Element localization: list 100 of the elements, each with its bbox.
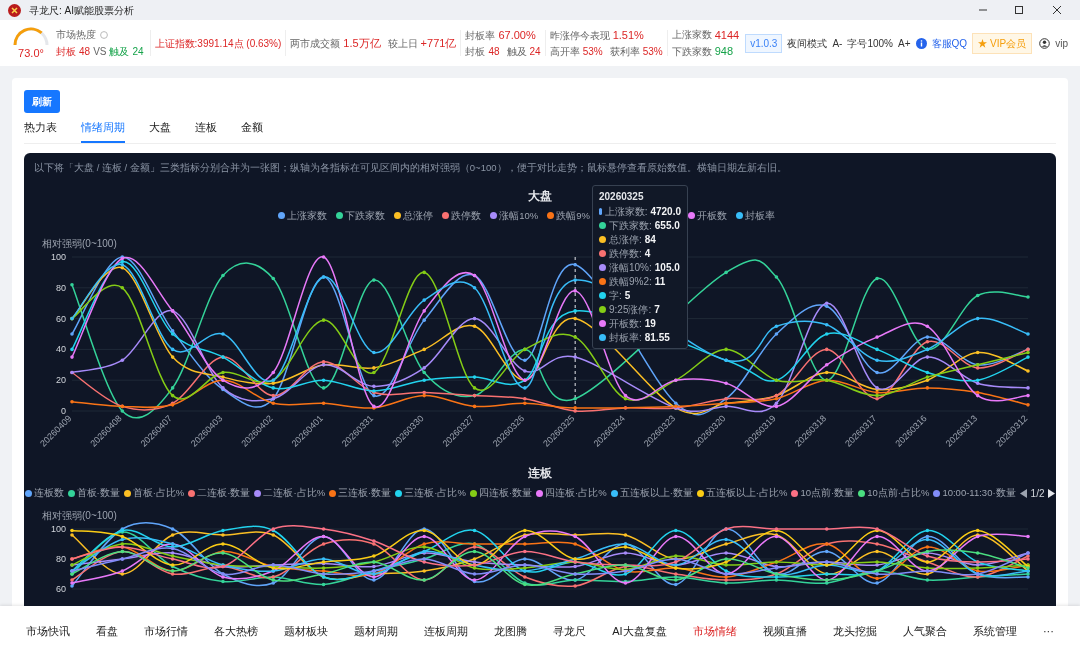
vs-label: VS — [93, 45, 107, 59]
legend-label[interactable]: 首板·占比% — [132, 486, 185, 501]
next-page-icon[interactable] — [1048, 489, 1056, 498]
legend-label[interactable]: 二连板·数量 — [197, 486, 251, 501]
seal-rate-label: 封板率 — [465, 29, 496, 43]
legend-label[interactable]: 开板数 — [697, 208, 727, 223]
nav-item[interactable]: 龙头挖掘 — [832, 623, 877, 640]
sealed-label: 封板 — [56, 45, 76, 59]
axis-tick: 0 — [61, 406, 66, 416]
legend-label[interactable]: 二连板·占比% — [263, 486, 326, 501]
sealed-count: 48 — [79, 45, 91, 59]
heat-value: 73.0° — [18, 47, 44, 59]
tab[interactable]: 情绪周期 — [81, 119, 125, 143]
font-size-label: 字号100% — [847, 36, 893, 51]
open-rate-label: 高开率 — [549, 44, 580, 59]
nav-item[interactable]: 系统管理 — [972, 623, 1017, 640]
tooltip-value: 4720.0 — [650, 204, 681, 218]
legend-label[interactable]: 连板数 — [33, 486, 64, 501]
profit-rate-value: 53% — [642, 44, 663, 59]
night-mode-button[interactable]: 夜间模式 — [787, 35, 828, 51]
legend-label[interactable]: 五连板以上·数量 — [619, 486, 693, 501]
tooltip-value: 105.0 — [654, 260, 680, 274]
tooltip-value: 84 — [644, 232, 656, 246]
legend-label[interactable]: 四连板·占比% — [545, 486, 607, 501]
username: vip — [1055, 36, 1068, 51]
nav-item[interactable]: 各大热榜 — [214, 623, 259, 640]
axis-title: 相对强弱(0~100) — [42, 510, 117, 521]
legend-label[interactable]: 三连板·数量 — [338, 486, 392, 501]
chart-title: 大盘 — [528, 187, 552, 205]
axis-tick: 100 — [50, 252, 66, 262]
font-decrease-button[interactable]: A- — [832, 35, 843, 51]
legend-label[interactable]: 10点前·数量 — [800, 486, 855, 501]
nav-item[interactable]: ··· — [1042, 623, 1054, 640]
support-link[interactable]: 客服QQ — [931, 35, 968, 51]
legend-label[interactable]: 下跌家数 — [345, 208, 386, 223]
font-increase-button[interactable]: A+ — [898, 35, 911, 51]
nav-item[interactable]: 市场快讯 — [26, 623, 70, 640]
close-icon[interactable] — [1052, 5, 1062, 15]
legend-label[interactable]: 跌幅9% — [556, 208, 590, 223]
legend-label[interactable]: 五连板以上·占比% — [705, 486, 788, 501]
legend-page: 1/2 — [1030, 487, 1045, 501]
tooltip-value: 81.55 — [644, 330, 670, 344]
tooltip-label: 封板率: — [609, 330, 642, 344]
tooltip-label: 跌幅9%2: — [609, 274, 652, 288]
index-quote: 上证指数:3991.14点 (0.63%) — [154, 36, 282, 51]
nav-item[interactable]: AI大盘复盘 — [612, 623, 667, 640]
compare-label: 较上日 — [387, 36, 418, 51]
nav-item[interactable]: 看盘 — [96, 623, 119, 640]
turnover-value: 1.5万亿 — [343, 35, 381, 51]
tab[interactable]: 热力表 — [24, 119, 57, 143]
decliners-count: 948 — [714, 44, 734, 59]
tooltip-label: 跌停数: — [609, 246, 642, 260]
axis-tick: 80 — [56, 554, 66, 564]
nav-item[interactable]: 市场情绪 — [692, 623, 737, 640]
nav-item[interactable]: 题材板块 — [284, 623, 329, 640]
axis-tick: 60 — [56, 313, 66, 324]
tooltip-label: 上涨家数: — [604, 204, 648, 218]
legend-label[interactable]: 首板·数量 — [76, 486, 120, 501]
open-rate-value: 53% — [582, 44, 603, 59]
limit-up-label: 昨涨停今表现 — [549, 29, 610, 43]
nav-item[interactable]: 人气聚合 — [902, 623, 947, 640]
maximize-icon[interactable] — [1014, 5, 1024, 15]
nav-item[interactable]: 题材周期 — [354, 623, 399, 640]
legend-label[interactable]: 四连板·数量 — [478, 486, 533, 501]
refresh-button[interactable]: 刷新 — [24, 90, 60, 113]
tab[interactable]: 大盘 — [149, 119, 171, 143]
touched-label: 触及 — [109, 45, 130, 59]
legend-label[interactable]: 封板率 — [745, 208, 775, 223]
axis-tick: 40 — [56, 344, 66, 355]
heat-label: 市场热度 — [56, 28, 96, 42]
tooltip-value: 5 — [624, 288, 631, 302]
axis-title: 相对强弱(0~100) — [42, 238, 117, 249]
tab[interactable]: 金额 — [241, 119, 263, 143]
legend-label[interactable]: 涨幅10% — [499, 208, 539, 223]
profit-rate-label: 获利率 — [609, 44, 640, 59]
legend-label[interactable]: 10点前·占比% — [867, 486, 930, 501]
legend-label[interactable]: 三连板·占比% — [404, 486, 466, 501]
previous-page-icon[interactable] — [1019, 489, 1027, 498]
tab[interactable]: 连板 — [195, 119, 217, 143]
nav-item[interactable]: 市场行情 — [144, 623, 189, 640]
tooltip-value: 11 — [654, 274, 666, 288]
legend-label[interactable]: 10:00-11:30·数量 — [942, 486, 1016, 501]
turnover-label: 两市成交额 — [290, 36, 341, 51]
sealed-label: 封板 — [465, 44, 486, 59]
seal-rate-value: 67.00% — [498, 28, 536, 44]
user-icon[interactable] — [1039, 37, 1051, 49]
advancers-count: 4144 — [714, 27, 740, 43]
touched-count: 24 — [529, 44, 541, 59]
nav-item[interactable]: 视频直播 — [762, 623, 807, 640]
star-icon — [978, 38, 988, 48]
nav-item[interactable]: 寻龙尺 — [553, 623, 587, 640]
axis-tick: 60 — [56, 584, 66, 594]
nav-item[interactable]: 龙图腾 — [494, 623, 528, 640]
touched-label: 触及 — [506, 44, 527, 59]
legend-label[interactable]: 总涨停 — [403, 208, 434, 223]
nav-item[interactable]: 连板周期 — [424, 623, 469, 640]
legend-label[interactable]: 跌停数 — [451, 208, 482, 223]
tooltip-label: 字: — [609, 288, 622, 302]
legend-label[interactable]: 上涨家数 — [287, 208, 328, 223]
tooltip-title: 20260325 — [599, 189, 645, 203]
